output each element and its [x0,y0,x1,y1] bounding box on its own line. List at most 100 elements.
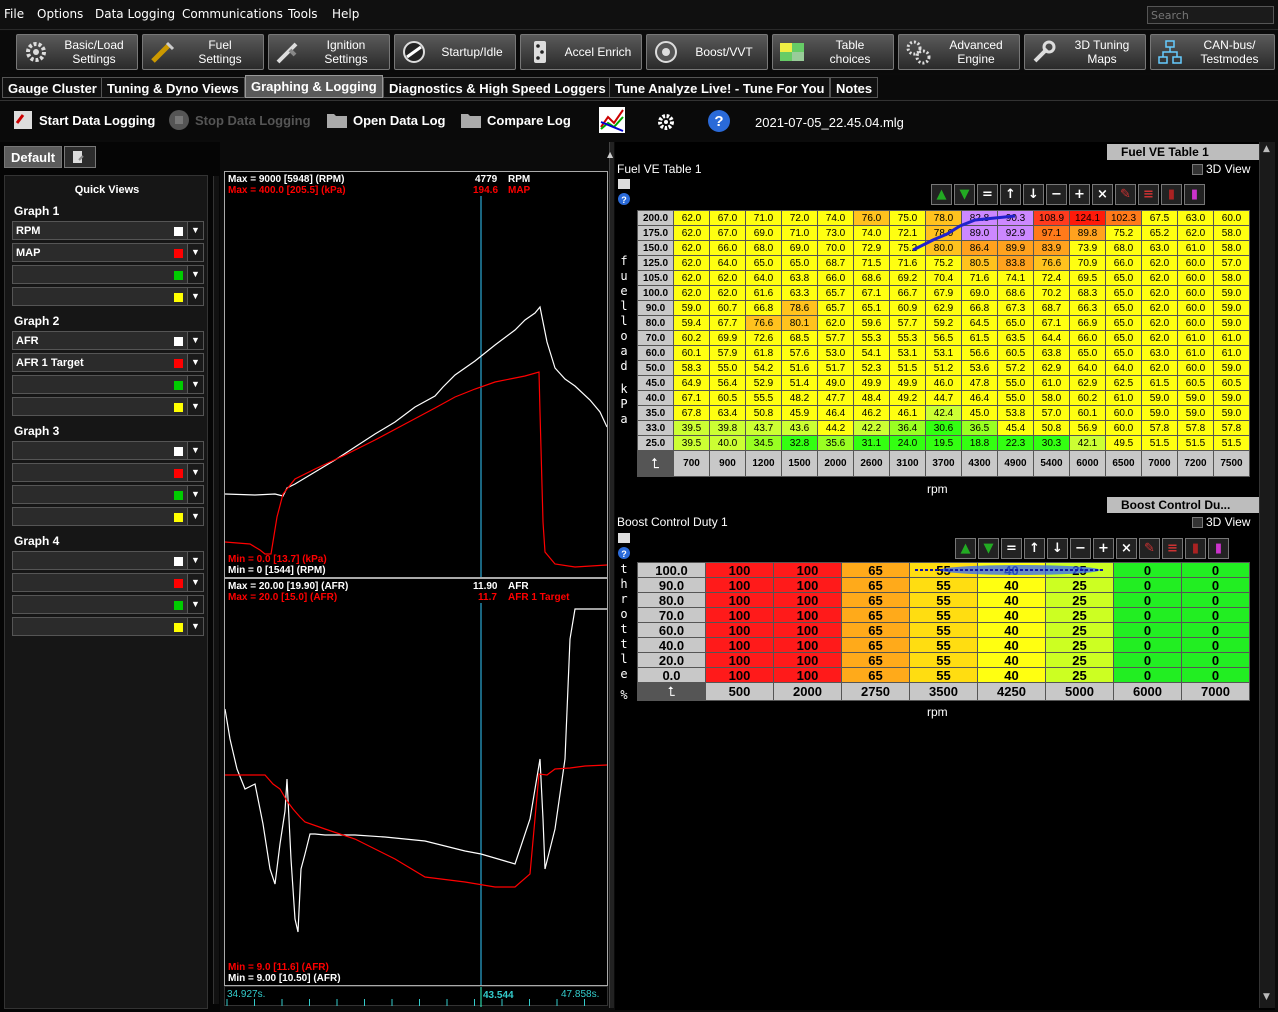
ve-cell[interactable]: 57.0 [1033,405,1070,421]
ve-cell[interactable]: 62.0 [1141,360,1178,376]
ve-cell[interactable]: 67.0 [709,225,746,241]
ve-cell[interactable]: 65.0 [1105,345,1142,361]
ve-cell[interactable]: 47.8 [961,375,998,391]
tab-gauge-cluster[interactable]: Gauge Cluster [2,77,103,98]
ve-cell[interactable]: 74.1 [997,270,1034,286]
ve-cell[interactable]: 62.0 [1141,300,1178,316]
boost-cell[interactable]: 0 [1181,622,1250,638]
ve-cell[interactable]: 68.3 [1069,285,1106,301]
search-input[interactable] [1147,6,1274,24]
ve-cell[interactable]: 66.8 [745,300,782,316]
boost-cell[interactable]: 25 [1045,622,1114,638]
ve-cell[interactable]: 65.2 [1141,225,1178,241]
ve-cell[interactable]: 65.7 [817,285,854,301]
boost-cell[interactable]: 40 [977,607,1046,623]
boost-cell[interactable]: 55 [909,652,978,668]
ve-cell[interactable]: 62.5 [1105,375,1142,391]
ve-cell[interactable]: 58.0 [1213,240,1250,256]
ve-cell[interactable]: 53.0 [817,345,854,361]
ve-cell[interactable]: 69.5 [1069,270,1106,286]
ve-cell[interactable]: 63.8 [781,270,818,286]
boost-cell[interactable]: 40 [977,592,1046,608]
ve-cell[interactable]: 78.6 [781,300,818,316]
minus-icon[interactable]: − [1070,538,1091,559]
ve-cell[interactable]: 89.8 [1069,225,1106,241]
ve-cell[interactable]: 61.8 [745,345,782,361]
ve-cell[interactable]: 65.0 [1105,315,1142,331]
color-swatch[interactable] [174,513,183,522]
ve-cell[interactable]: 60.0 [1105,405,1142,421]
boost-cell[interactable]: 65 [841,637,910,653]
paint-brush-icon[interactable]: ✎ [1115,184,1136,205]
ve-cell[interactable]: 46.1 [889,405,926,421]
down-arrow-green-icon[interactable]: ▼ [954,184,975,205]
boost-cell[interactable]: 100 [773,622,842,638]
ve-cell[interactable]: 66.8 [961,300,998,316]
menu-communications[interactable]: Communications [182,7,283,21]
graph-1-panel[interactable]: Max = 9000 [5948] (RPM) Max = 400.0 [205… [224,171,608,578]
graph-3-channel-select[interactable]: ▼ [12,463,204,482]
ve-cell[interactable]: 61.0 [1033,375,1070,391]
ve-cell[interactable]: 66.3 [1069,300,1106,316]
boost-cell[interactable]: 25 [1045,577,1114,593]
ve-cell[interactable]: 50.8 [745,405,782,421]
ve-cell[interactable]: 57.7 [889,315,926,331]
ve-cell[interactable]: 65.1 [853,300,890,316]
ve-cell[interactable]: 51.5 [889,360,926,376]
chevron-down-icon[interactable]: ▼ [187,288,203,305]
boost-cell[interactable]: 65 [841,607,910,623]
ve-cell[interactable]: 68.6 [997,285,1034,301]
ve-cell[interactable]: 40.0 [709,435,746,451]
ve-cell[interactable]: 73.9 [1069,240,1106,256]
tab-notes[interactable]: Notes [830,77,879,98]
ve-cell[interactable]: 42.1 [1069,435,1106,451]
ve-cell[interactable]: 61.0 [1177,330,1214,346]
ve-cell[interactable]: 80.1 [781,315,818,331]
ve-cell[interactable]: 65.0 [745,255,782,271]
ve-cell[interactable]: 60.0 [1177,285,1214,301]
ve-cell[interactable]: 68.0 [745,240,782,256]
color-swatch[interactable] [174,579,183,588]
ve-cell[interactable]: 59.0 [1141,390,1178,406]
ve-cell[interactable]: 57.8 [1213,420,1250,436]
ve-cell[interactable]: 67.5 [1141,210,1178,226]
boost-cell[interactable]: 25 [1045,652,1114,668]
gradient-icon[interactable]: ▮ [1184,184,1205,205]
boost-cell[interactable]: 55 [909,637,978,653]
boost-cell[interactable]: 55 [909,577,978,593]
can-bus-testmodes-button[interactable]: CAN-bus/ Testmodes [1150,34,1275,70]
ve-cell[interactable]: 57.0 [1213,255,1250,271]
ve-cell[interactable]: 61.5 [961,330,998,346]
ve-cell[interactable]: 62.0 [673,285,710,301]
boost-3d-view-checkbox[interactable]: 3D View [1192,515,1250,529]
chevron-down-icon[interactable]: ▼ [187,464,203,481]
chevron-down-icon[interactable]: ▼ [187,398,203,415]
boost-cell[interactable]: 40 [977,622,1046,638]
chevron-down-icon[interactable]: ▼ [187,618,203,635]
boost-cell[interactable]: 65 [841,622,910,638]
basic-load-settings-button[interactable]: Basic/Load Settings [16,34,138,70]
color-swatch[interactable] [174,271,183,280]
ve-cell[interactable]: 65.0 [1069,345,1106,361]
graph-3-channel-select[interactable]: ▼ [12,441,204,460]
ve-cell[interactable]: 65.0 [1105,285,1142,301]
ve-cell[interactable]: 51.5 [1177,435,1214,451]
ve-cell[interactable]: 54.2 [745,360,782,376]
ve-cell[interactable]: 60.2 [1069,390,1106,406]
decrement-icon[interactable]: ↓ [1023,184,1044,205]
ve-cell[interactable]: 53.1 [889,345,926,361]
chevron-down-icon[interactable]: ▼ [187,266,203,283]
ve-cell[interactable]: 62.0 [1141,330,1178,346]
boost-cell-editor[interactable] [637,536,905,560]
start-data-logging-button[interactable]: Start Data Logging [12,109,155,131]
ve-cell[interactable]: 62.0 [709,285,746,301]
ve-cell[interactable]: 46.4 [961,390,998,406]
chevron-down-icon[interactable]: ▼ [187,376,203,393]
ve-cell[interactable]: 46.4 [817,405,854,421]
ve-cell[interactable]: 43.6 [781,420,818,436]
equals-icon[interactable]: = [1001,538,1022,559]
ve-cell[interactable]: 55.0 [997,390,1034,406]
ve-cell[interactable]: 65.0 [1105,270,1142,286]
boost-cell[interactable]: 25 [1045,667,1114,683]
color-swatch[interactable] [174,469,183,478]
